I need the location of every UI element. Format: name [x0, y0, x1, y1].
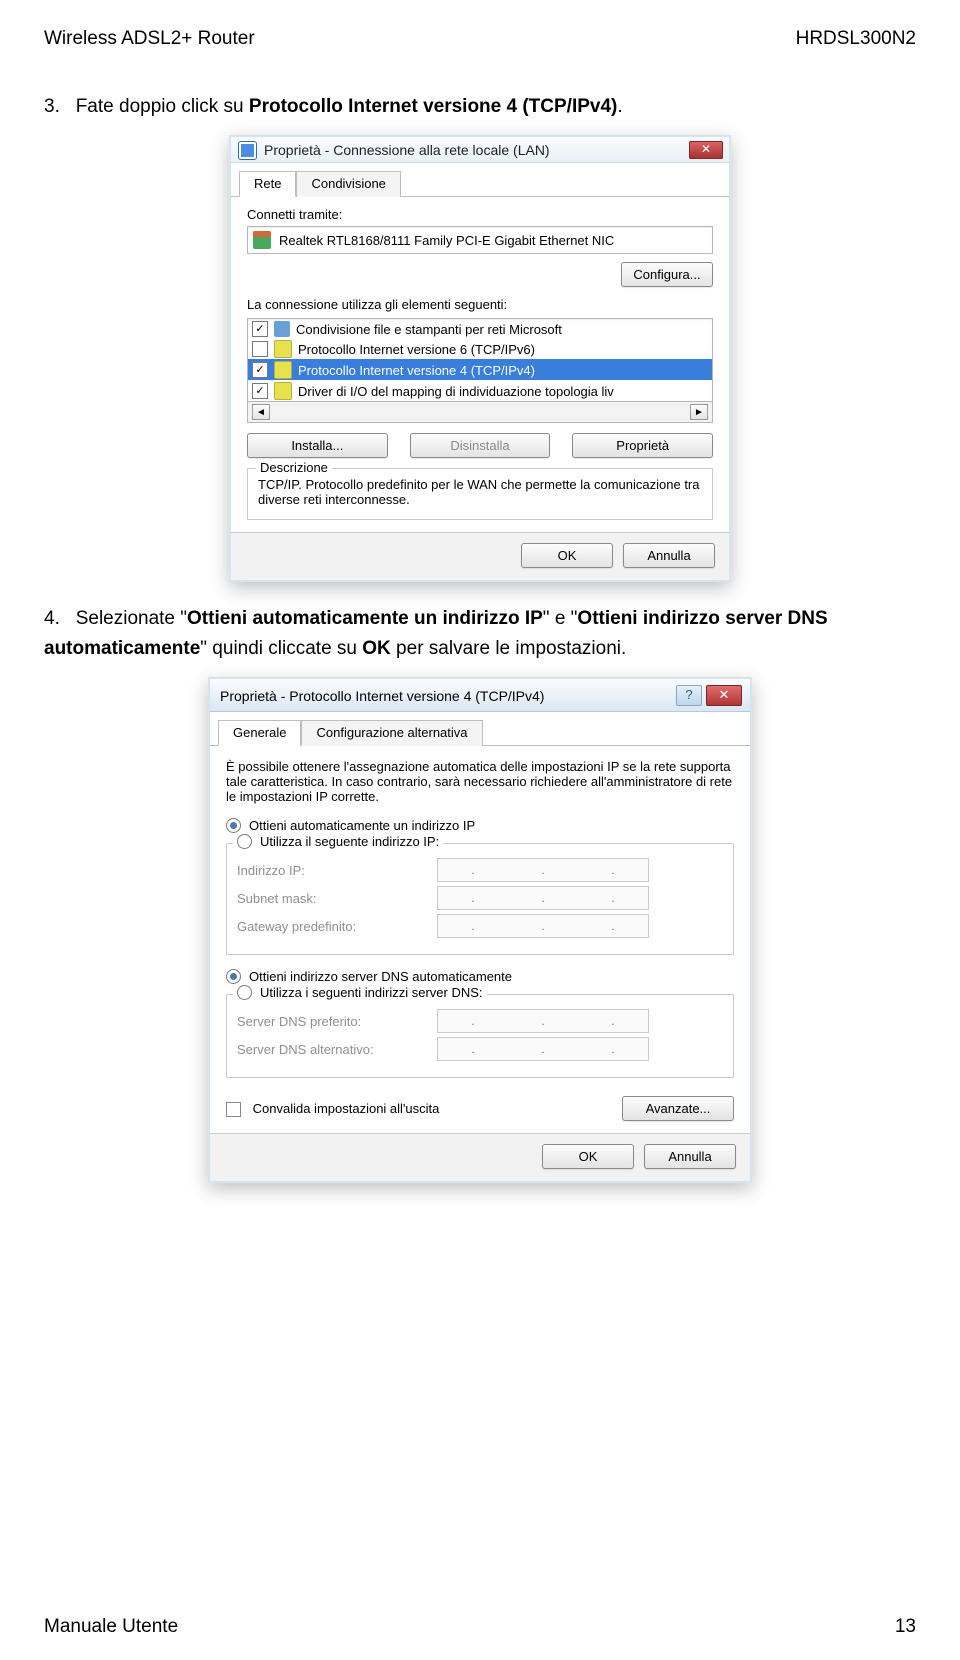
nic-icon [253, 231, 271, 249]
radio-manual-dns[interactable]: Utilizza i seguenti indirizzi server DNS… [233, 985, 487, 1000]
radio-manual-ip[interactable]: Utilizza il seguente indirizzo IP: [233, 834, 443, 849]
dns1-field: ... [437, 1009, 649, 1033]
components-list[interactable]: Condivisione file e stampanti per reti M… [247, 318, 713, 423]
protocol-icon [274, 340, 292, 358]
install-button[interactable]: Installa... [247, 433, 388, 458]
validate-checkbox[interactable]: Convalida impostazioni all'uscita [226, 1101, 439, 1117]
list-item-selected[interactable]: Protocollo Internet versione 4 (TCP/IPv4… [248, 359, 712, 380]
radio-auto-dns[interactable]: Ottieni indirizzo server DNS automaticam… [226, 969, 734, 984]
mask-field: ... [437, 886, 649, 910]
ok-button[interactable]: OK [521, 543, 613, 568]
checkbox-icon[interactable] [252, 341, 268, 357]
tab-rete[interactable]: Rete [239, 171, 296, 197]
horizontal-scrollbar[interactable]: ◄ ► [248, 401, 712, 422]
ip-label: Indirizzo IP: [237, 863, 437, 878]
footer-left: Manuale Utente [44, 1616, 178, 1638]
tab-generale[interactable]: Generale [218, 720, 301, 746]
help-button[interactable]: ? [676, 685, 702, 706]
doc-header-left: Wireless ADSL2+ Router [44, 28, 255, 50]
properties-button[interactable]: Proprietà [572, 433, 713, 458]
shield-icon [239, 142, 256, 159]
nic-box[interactable]: Realtek RTL8168/8111 Family PCI-E Gigabi… [247, 226, 713, 254]
cancel-button[interactable]: Annulla [623, 543, 715, 568]
description-group: Descrizione TCP/IP. Protocollo predefini… [247, 468, 713, 520]
share-icon [274, 321, 290, 337]
protocol-icon [274, 361, 292, 379]
intro-text: È possibile ottenere l'assegnazione auto… [226, 759, 734, 804]
configure-button[interactable]: Configura... [621, 262, 713, 287]
dialog-title: Proprietà - Protocollo Internet versione… [220, 688, 544, 704]
checkbox-icon[interactable] [252, 321, 268, 337]
radio-icon [226, 969, 241, 984]
gateway-label: Gateway predefinito: [237, 919, 437, 934]
list-item[interactable]: Driver di I/O del mapping di individuazi… [248, 380, 712, 401]
nic-name: Realtek RTL8168/8111 Family PCI-E Gigabi… [279, 233, 614, 248]
dns1-label: Server DNS preferito: [237, 1014, 437, 1029]
advanced-button[interactable]: Avanzate... [622, 1096, 734, 1121]
protocol-icon [274, 382, 292, 400]
dns2-label: Server DNS alternativo: [237, 1042, 437, 1057]
description-text: TCP/IP. Protocollo predefinito per le WA… [258, 477, 702, 507]
dialog-title: Proprietà - Connessione alla rete locale… [264, 142, 550, 158]
scroll-right-icon[interactable]: ► [690, 404, 708, 420]
titlebar: Proprietà - Protocollo Internet versione… [210, 679, 750, 712]
mask-label: Subnet mask: [237, 891, 437, 906]
doc-header-right: HRDSL300N2 [796, 28, 916, 50]
radio-icon [226, 818, 241, 833]
tab-config-alt[interactable]: Configurazione alternativa [301, 720, 482, 746]
footer-right: 13 [895, 1616, 916, 1638]
checkbox-icon [226, 1102, 241, 1117]
tab-condivisione[interactable]: Condivisione [296, 171, 400, 197]
list-item[interactable]: Protocollo Internet versione 6 (TCP/IPv6… [248, 338, 712, 359]
scroll-left-icon[interactable]: ◄ [252, 404, 270, 420]
step-3: 3. Fate doppio click su Protocollo Inter… [44, 92, 916, 121]
checkbox-icon[interactable] [252, 362, 268, 378]
connect-via-label: Connetti tramite: [247, 207, 713, 222]
ipv4-properties-dialog: Proprietà - Protocollo Internet versione… [208, 677, 752, 1183]
cancel-button[interactable]: Annulla [644, 1144, 736, 1169]
titlebar: Proprietà - Connessione alla rete locale… [231, 137, 729, 163]
lan-properties-dialog: Proprietà - Connessione alla rete locale… [229, 135, 731, 582]
uninstall-button: Disinstalla [410, 433, 551, 458]
checkbox-icon[interactable] [252, 383, 268, 399]
close-button[interactable]: ✕ [706, 685, 742, 706]
list-item[interactable]: Condivisione file e stampanti per reti M… [248, 319, 712, 338]
radio-icon [237, 834, 252, 849]
gateway-field: ... [437, 914, 649, 938]
uses-label: La connessione utilizza gli elementi seg… [247, 297, 713, 312]
ip-field: ... [437, 858, 649, 882]
ok-button[interactable]: OK [542, 1144, 634, 1169]
dns2-field: ... [437, 1037, 649, 1061]
radio-auto-ip[interactable]: Ottieni automaticamente un indirizzo IP [226, 818, 734, 833]
radio-icon [237, 985, 252, 1000]
step-4: 4. Selezionate "Ottieni automaticamente … [44, 604, 916, 663]
close-button[interactable]: ✕ [689, 141, 723, 159]
